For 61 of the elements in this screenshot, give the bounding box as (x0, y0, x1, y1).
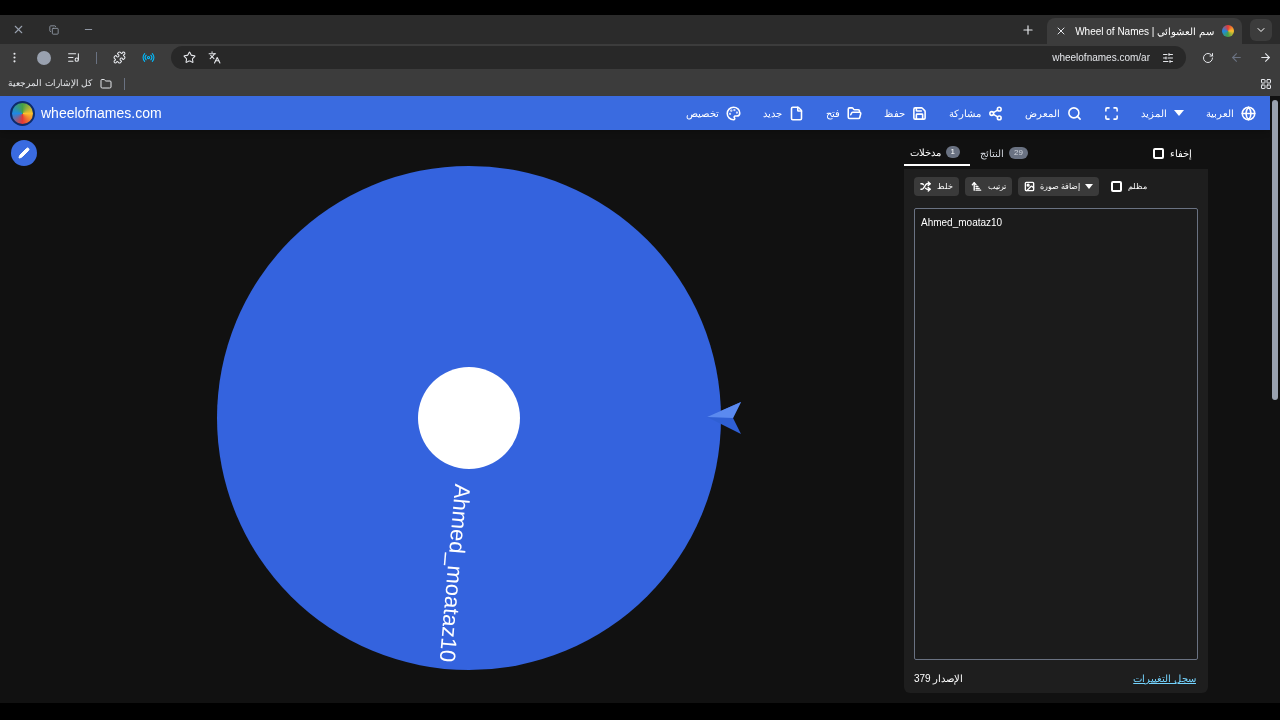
folder-icon (100, 77, 112, 90)
profile-icon[interactable] (37, 50, 51, 65)
tab-title: Wheel of Names | سم العشوائي (1075, 24, 1214, 39)
menu-button[interactable]: حفظ (884, 105, 927, 121)
logo-icon[interactable] (10, 100, 35, 126)
menu-button[interactable]: العربية (1206, 105, 1256, 121)
edit-button[interactable] (11, 140, 37, 166)
forward-icon[interactable] (1259, 51, 1272, 64)
folder-icon (847, 105, 862, 121)
add-image-button[interactable]: إضافة صورة (1018, 177, 1100, 196)
scrollbar[interactable] (1270, 96, 1280, 703)
media-icon[interactable] (67, 51, 80, 64)
pointer-icon (707, 399, 743, 436)
caret-icon (1085, 184, 1094, 189)
caret-icon (1174, 110, 1184, 116)
pencil-icon (18, 147, 30, 159)
image-icon (1024, 181, 1035, 192)
palette-icon (726, 105, 741, 121)
bookmarks-link[interactable]: كل الإشارات المرجعية (8, 76, 92, 91)
version-text: 379 الإصدار (914, 672, 964, 686)
browser-tab[interactable]: Wheel of Names | سم العشوائي (1047, 18, 1242, 44)
sort-icon (971, 181, 982, 192)
restore-icon[interactable] (49, 24, 59, 35)
broadcast-icon[interactable] (142, 51, 155, 64)
new-tab-icon[interactable] (1021, 22, 1036, 37)
translate-icon[interactable] (208, 51, 221, 64)
hide-label: إخفاء (1170, 146, 1192, 161)
wheel-label: Ahmed_moataz10 (434, 482, 476, 663)
apps-icon[interactable] (1260, 77, 1272, 90)
menu-button[interactable]: المزيد (1141, 105, 1184, 121)
menu-button[interactable]: جديد (763, 105, 804, 121)
extensions-icon[interactable] (113, 51, 126, 64)
shuffle-icon (920, 181, 931, 192)
menu-button[interactable]: فتح (826, 105, 862, 121)
sort-button[interactable]: ترتيب (965, 177, 1012, 196)
menu-button[interactable]: مشاركة (949, 105, 1003, 121)
dark-label: مظلم (1128, 180, 1148, 193)
entries-field[interactable]: Ahmed_moataz10 (914, 208, 1198, 660)
bookmark-star-icon[interactable] (183, 51, 196, 64)
fullscreen-icon (1104, 105, 1119, 121)
wheel-center[interactable] (418, 366, 520, 469)
close-icon[interactable] (12, 23, 25, 36)
wheel-drawing[interactable]: Ahmed_moataz10 (209, 157, 729, 678)
changelog-link[interactable]: سجل التغييرات (1133, 671, 1196, 686)
checkbox[interactable] (1153, 147, 1164, 159)
site-settings-icon[interactable] (1162, 51, 1174, 64)
save-icon (912, 105, 927, 121)
menu-button[interactable]: تخصيص (686, 105, 741, 121)
file-icon (789, 105, 804, 121)
globe-icon (1241, 105, 1256, 121)
search-icon (1067, 105, 1082, 121)
favicon-icon (1222, 25, 1234, 37)
address-bar[interactable]: wheelofnames.com/ar (1052, 50, 1150, 65)
menu-button[interactable] (1104, 105, 1119, 121)
menu-button[interactable]: المعرض (1025, 105, 1082, 121)
share-icon (988, 105, 1003, 121)
reload-icon[interactable] (1202, 51, 1214, 64)
logo-text[interactable]: wheelofnames.com (41, 102, 162, 124)
checkbox[interactable] (1111, 181, 1123, 192)
shuffle-button[interactable]: خلط (914, 177, 959, 196)
tab-list-button[interactable] (1250, 18, 1272, 41)
